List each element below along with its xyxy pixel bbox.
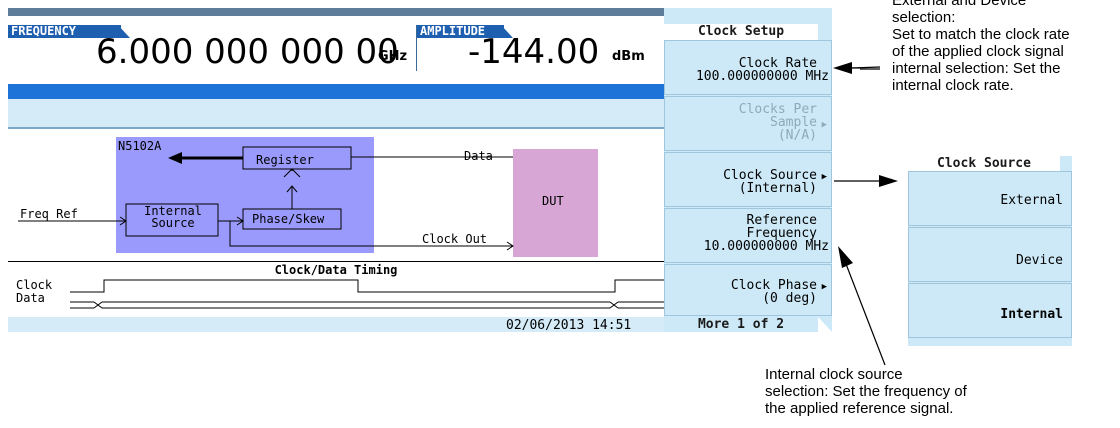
- annotation-line: internal selection: Set the: [892, 60, 1061, 77]
- annotation-line: internal clock rate.: [892, 77, 1014, 94]
- annotation-line: Set to match the clock rate: [892, 26, 1070, 43]
- annotation-line: selection: Set the frequency of: [765, 383, 967, 400]
- submenu-title: Clock Source: [908, 156, 1060, 171]
- submenu-title-tab: [1060, 156, 1072, 171]
- annotation-line: External and Device: [892, 0, 1027, 9]
- device-softkey[interactable]: Device: [908, 227, 1072, 282]
- top-right-annotation: External and Device selection: Set to ma…: [892, 0, 1118, 94]
- internal-softkey[interactable]: Internal: [908, 283, 1072, 338]
- clock-source-submenu: Clock Source External Device Internal: [908, 156, 1072, 346]
- annotation-line: of the applied clock signal: [892, 43, 1064, 60]
- external-softkey[interactable]: External: [908, 171, 1072, 226]
- bottom-annotation: Internal clock source selection: Set the…: [765, 366, 1065, 417]
- annotation-line: selection:: [892, 9, 956, 26]
- annotation-line: Internal clock source: [765, 366, 903, 383]
- annotation-line: the applied reference signal.: [765, 400, 954, 417]
